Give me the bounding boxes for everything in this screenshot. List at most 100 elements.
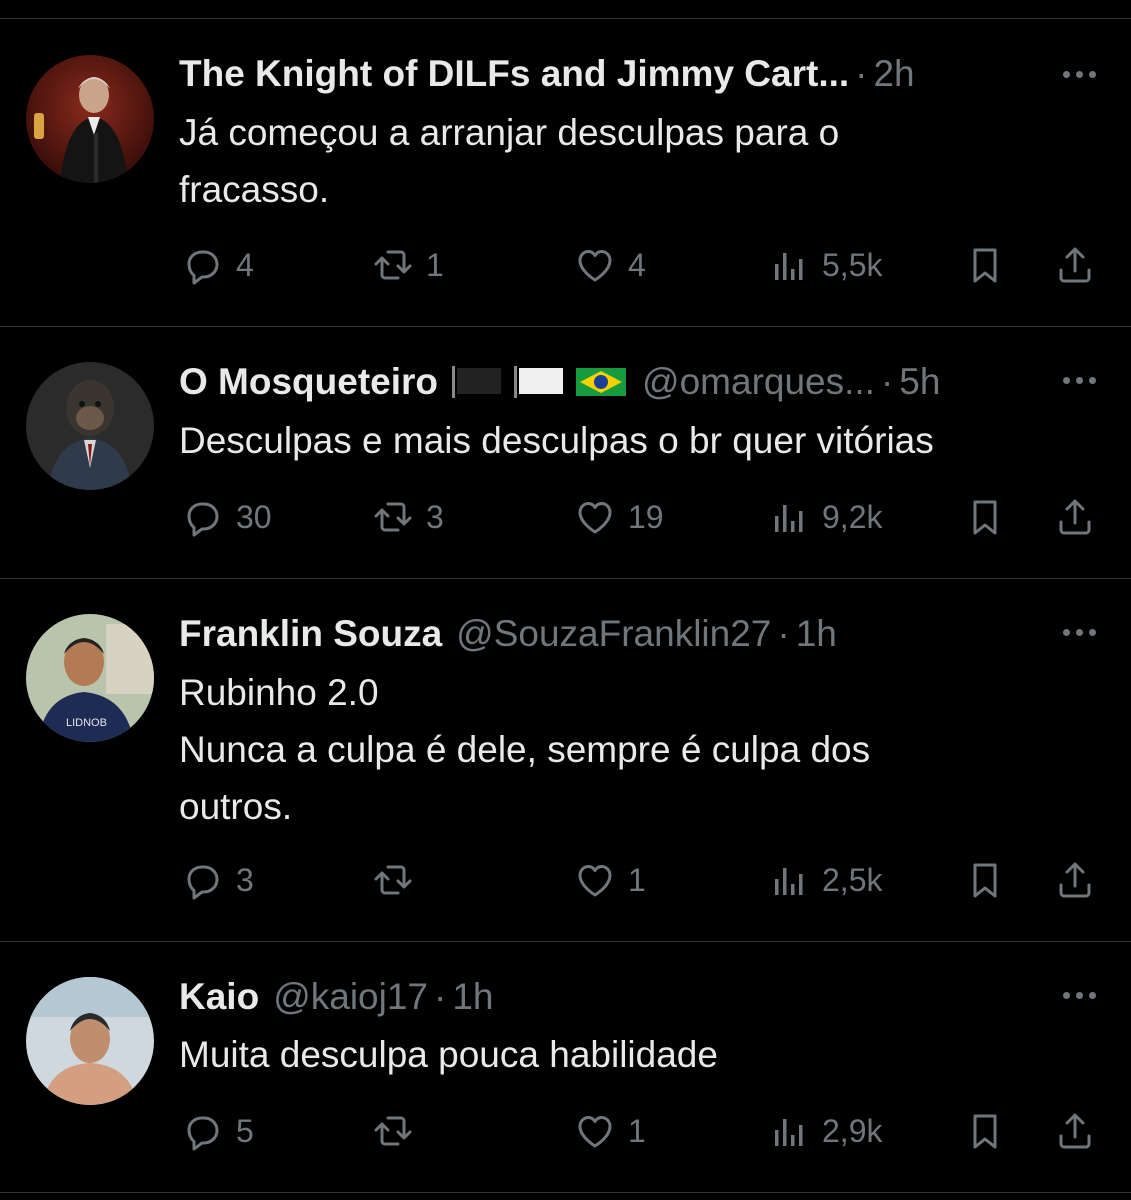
bookmark-icon: [973, 248, 997, 283]
likes-count: 1: [628, 861, 646, 898]
retweet-icon: [374, 865, 412, 895]
share-icon: [1059, 247, 1091, 283]
black-flag-icon: [452, 366, 502, 398]
divider: [0, 326, 1131, 327]
divider: [0, 1192, 1131, 1193]
avatar[interactable]: [26, 977, 154, 1105]
timestamp[interactable]: 1h: [796, 612, 837, 656]
retweet-icon: [374, 1116, 412, 1146]
views-icon: [775, 253, 803, 280]
retweet-button[interactable]: [370, 1106, 426, 1156]
tweet-text-line: Desculpas e mais desculpas o br quer vit…: [179, 420, 934, 461]
display-name[interactable]: Kaio: [179, 975, 259, 1019]
reply-icon: [187, 502, 219, 537]
reply-button[interactable]: 3: [180, 855, 254, 905]
views-button[interactable]: 9,2k: [766, 492, 882, 542]
action-bar: 5 1 2,9k: [0, 1106, 1131, 1156]
reply-button[interactable]: 30: [180, 492, 272, 542]
tweet-header: O Mosqueteiro @omarques... · 5h: [179, 360, 1021, 404]
like-icon: [578, 250, 612, 282]
tweet-text: Desculpas e mais desculpas o br quer vit…: [179, 412, 1071, 469]
action-bar: 3 1 2,5k: [0, 855, 1131, 905]
separator-dot: ·: [777, 613, 790, 654]
more-icon[interactable]: [1057, 358, 1101, 402]
handle[interactable]: @SouzaFranklin27: [456, 612, 771, 656]
top-divider: [0, 18, 1131, 19]
avatar[interactable]: [26, 55, 154, 183]
timestamp[interactable]: 1h: [452, 975, 493, 1019]
share-button[interactable]: [1052, 492, 1098, 542]
action-bar: 4 1 4 5,5k: [0, 240, 1131, 290]
tweet-header: Kaio @kaioj17 · 1h: [179, 975, 1021, 1019]
bookmark-button[interactable]: [962, 1106, 1008, 1156]
retweet-button[interactable]: 1: [370, 240, 444, 290]
reply-icon: [187, 865, 219, 900]
replies-count: 3: [236, 861, 254, 898]
display-name[interactable]: O Mosqueteiro: [179, 360, 438, 404]
tweet-text-line: Já começou a arranjar desculpas para o: [179, 112, 840, 153]
bookmark-icon: [973, 863, 997, 898]
bookmark-button[interactable]: [962, 855, 1008, 905]
retweet-button[interactable]: 3: [370, 492, 444, 542]
views-icon: [775, 505, 803, 532]
reply-button[interactable]: 5: [180, 1106, 254, 1156]
tweet-text-line: Muita desculpa pouca habilidade: [179, 1034, 718, 1075]
views-icon: [775, 1119, 803, 1146]
share-button[interactable]: [1052, 855, 1098, 905]
like-button[interactable]: 1: [572, 855, 646, 905]
share-button[interactable]: [1052, 1106, 1098, 1156]
reply-icon: [187, 250, 219, 285]
likes-count: 1: [628, 1112, 646, 1149]
brazil-flag-icon: [576, 368, 627, 396]
retweet-icon: [374, 250, 412, 280]
avatar[interactable]: LIDNOB: [26, 614, 154, 742]
replies-count: 4: [236, 246, 254, 283]
tweet-text-line: Rubinho 2.0: [179, 672, 379, 713]
share-icon: [1059, 862, 1091, 898]
avatar[interactable]: [26, 362, 154, 490]
more-icon[interactable]: [1057, 973, 1101, 1017]
reply-button[interactable]: 4: [180, 240, 254, 290]
handle[interactable]: @omarques...: [642, 360, 875, 404]
share-button[interactable]: [1052, 240, 1098, 290]
retweet-icon: [374, 502, 412, 532]
views-button[interactable]: 2,9k: [766, 1106, 882, 1156]
more-icon[interactable]: [1057, 610, 1101, 654]
timestamp[interactable]: 5h: [899, 360, 940, 404]
replies-count: 5: [236, 1112, 254, 1149]
more-icon[interactable]: [1057, 52, 1101, 96]
views-button[interactable]: 5,5k: [766, 240, 882, 290]
like-icon: [578, 1116, 612, 1148]
views-icon: [775, 868, 803, 895]
separator-dot: ·: [855, 53, 868, 94]
like-button[interactable]: 19: [572, 492, 664, 542]
display-name[interactable]: The Knight of DILFs and Jimmy Cart...: [179, 52, 849, 96]
handle[interactable]: @kaioj17: [273, 975, 428, 1019]
retweets-count: 3: [426, 498, 444, 535]
tweet-text-line: Nunca a culpa é dele, sempre é culpa dos: [179, 729, 871, 770]
views-count: 5,5k: [822, 246, 883, 283]
views-count: 9,2k: [822, 498, 883, 535]
retweet-button[interactable]: [370, 855, 426, 905]
like-button[interactable]: 1: [572, 1106, 646, 1156]
timestamp[interactable]: 2h: [873, 52, 914, 96]
like-button[interactable]: 4: [572, 240, 646, 290]
views-button[interactable]: 2,5k: [766, 855, 882, 905]
reply-icon: [187, 1116, 219, 1151]
divider: [0, 578, 1131, 579]
replies-count: 30: [236, 498, 272, 535]
tweet-text-line: outros.: [179, 786, 293, 827]
views-count: 2,5k: [822, 861, 883, 898]
tweet-text-line: fracasso.: [179, 169, 330, 210]
bookmark-icon: [973, 1114, 997, 1149]
like-icon: [578, 865, 612, 897]
separator-dot: ·: [434, 976, 447, 1017]
display-name[interactable]: Franklin Souza: [179, 612, 442, 656]
tweet-header: Franklin Souza @SouzaFranklin27 · 1h: [179, 612, 1021, 656]
svg-text:LIDNOB: LIDNOB: [66, 717, 107, 729]
share-icon: [1059, 1113, 1091, 1149]
bookmark-button[interactable]: [962, 492, 1008, 542]
divider: [0, 941, 1131, 942]
views-count: 2,9k: [822, 1112, 883, 1149]
bookmark-button[interactable]: [962, 240, 1008, 290]
